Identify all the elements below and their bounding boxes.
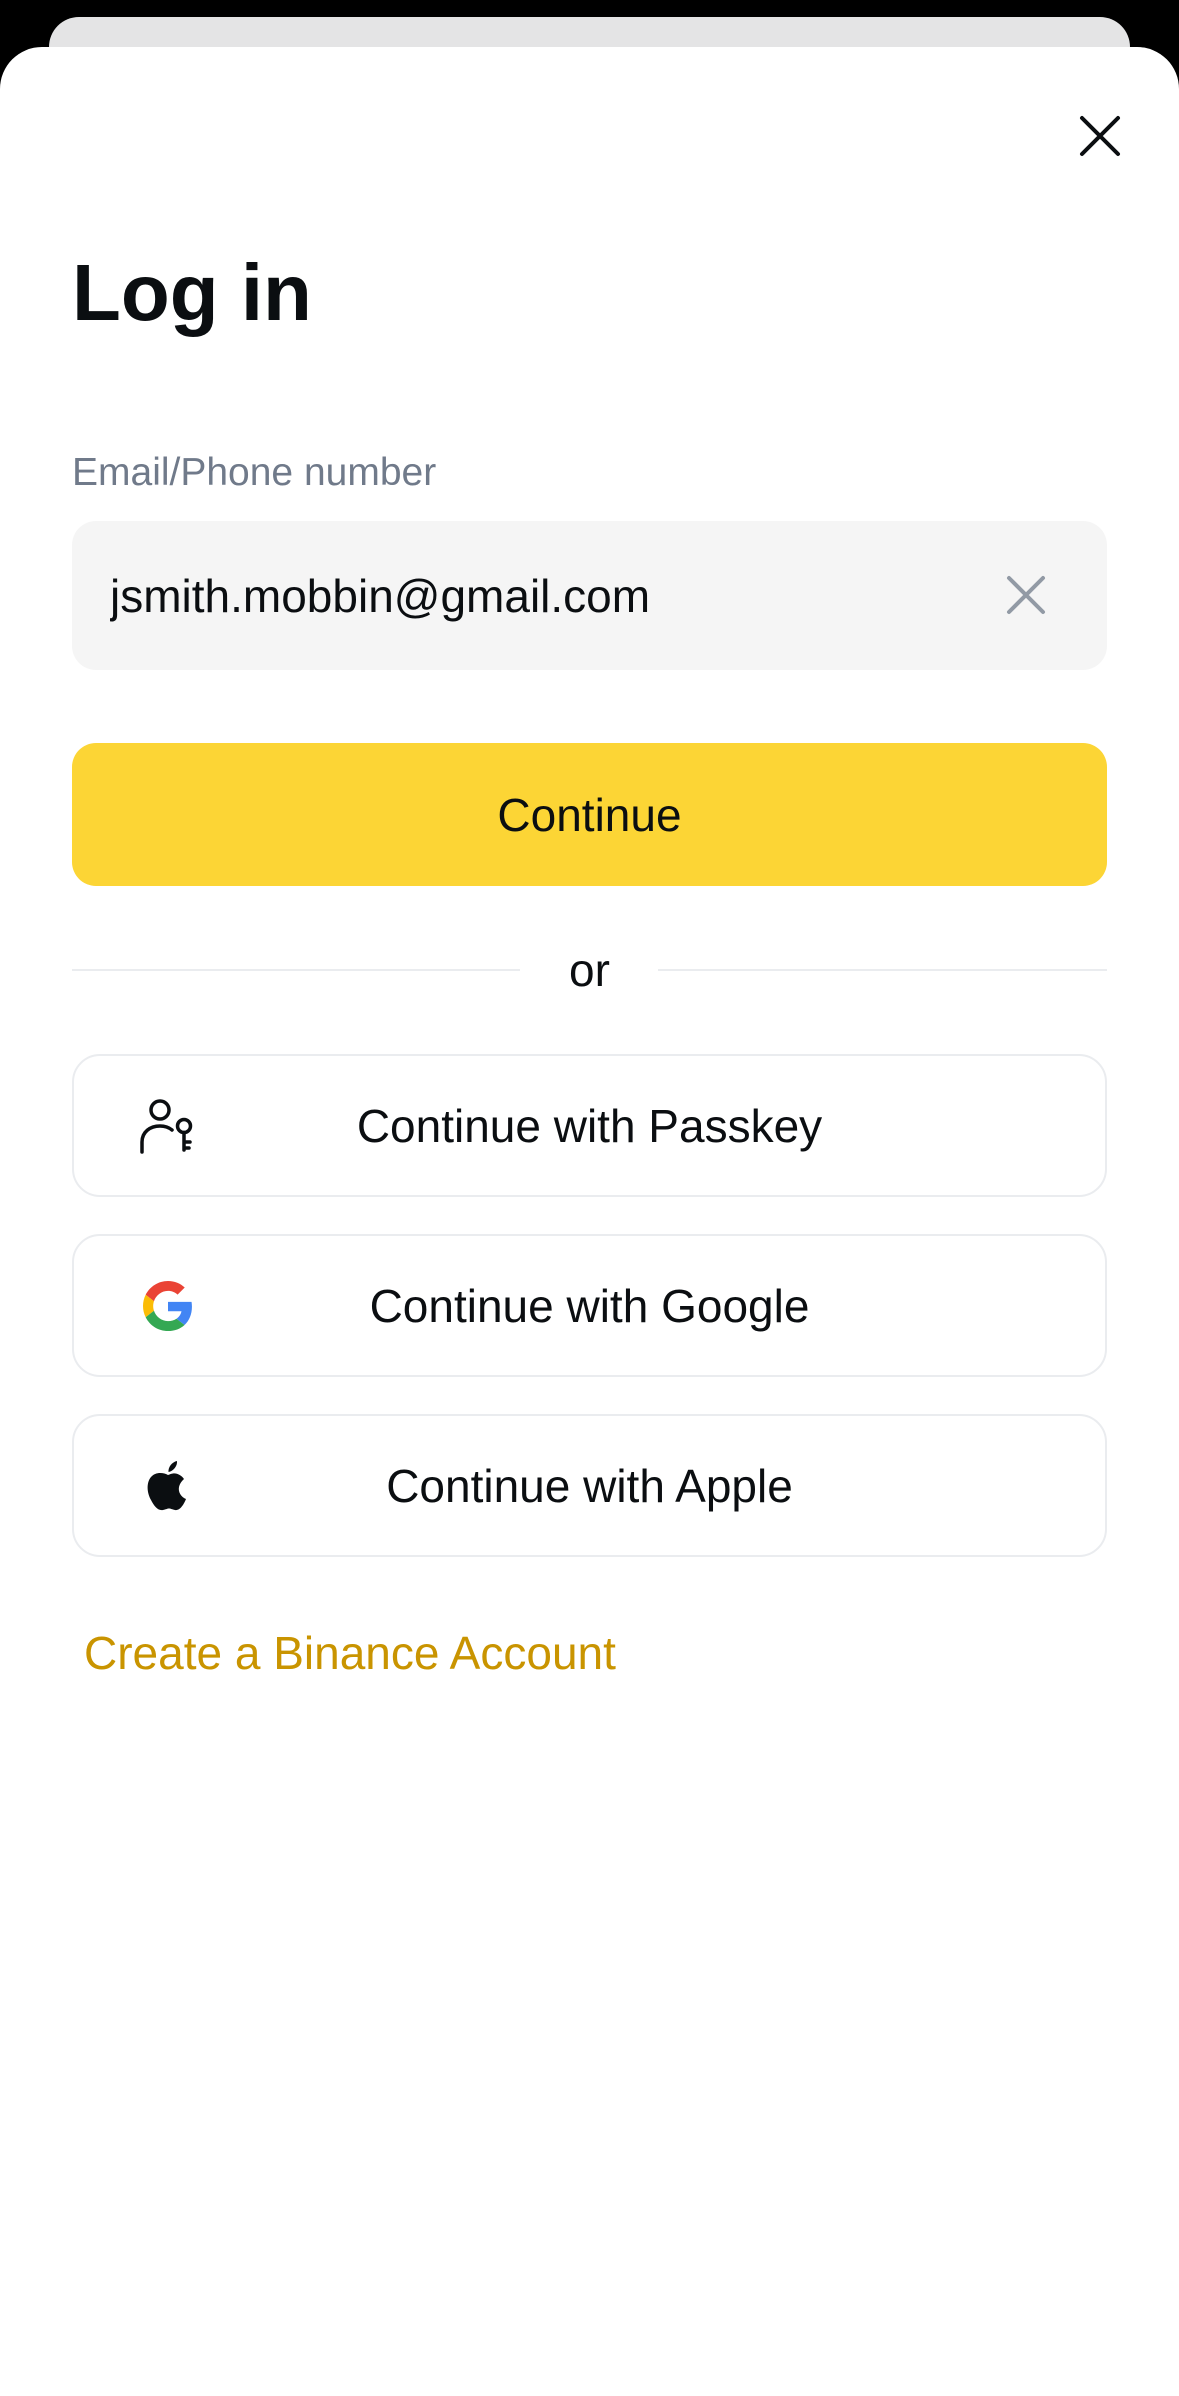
close-icon: [1080, 116, 1120, 156]
apple-button-label: Continue with Apple: [386, 1459, 793, 1512]
apple-button[interactable]: Continue with Apple: [72, 1414, 1107, 1557]
close-button[interactable]: [1060, 96, 1140, 176]
passkey-button[interactable]: Continue with Passkey: [72, 1054, 1107, 1197]
clear-icon: [1007, 576, 1045, 614]
divider-line-left: [72, 969, 520, 971]
login-sheet: [0, 47, 1179, 2396]
page-title: Log in: [72, 248, 312, 337]
passkey-button-label: Continue with Passkey: [356, 1099, 823, 1152]
clear-input-button[interactable]: [986, 555, 1066, 635]
divider-or-text: or: [569, 944, 610, 996]
divider-line-right: [658, 969, 1107, 971]
create-account-link[interactable]: Create a Binance Account: [84, 1623, 616, 1683]
continue-button[interactable]: Continue: [72, 743, 1107, 886]
email-field-label: Email/Phone number: [72, 451, 437, 494]
email-field-container: [72, 521, 1107, 670]
google-button[interactable]: Continue with Google: [72, 1234, 1107, 1377]
email-field[interactable]: [110, 521, 1010, 670]
google-button-label: Continue with Google: [369, 1279, 810, 1332]
